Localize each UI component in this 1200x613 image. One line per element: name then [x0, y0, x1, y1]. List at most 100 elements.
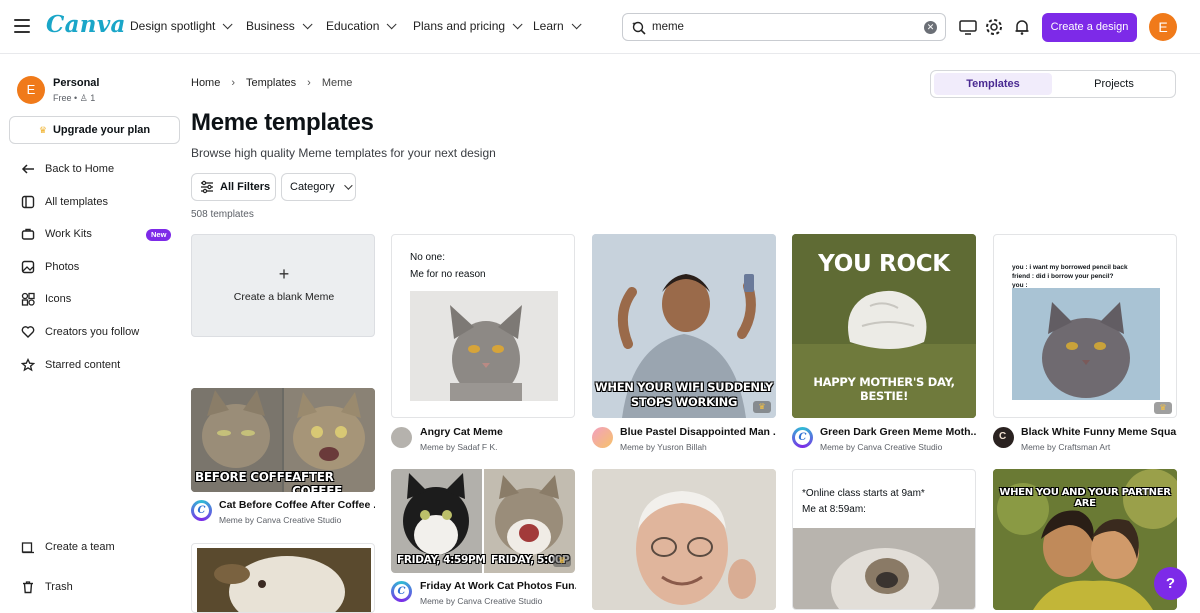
template-title[interactable]: Angry Cat Meme — [420, 426, 576, 438]
breadcrumb-home[interactable]: Home — [191, 77, 220, 89]
shapes-icon — [20, 291, 36, 307]
template-card-animal[interactable] — [191, 543, 375, 613]
nav-business[interactable]: Business — [246, 18, 313, 33]
search-value: meme — [652, 21, 684, 33]
template-title[interactable]: Green Dark Green Meme Moth... — [820, 426, 976, 438]
clear-search-icon[interactable]: ✕ — [924, 21, 937, 34]
breadcrumb-meme: Meme — [321, 77, 353, 89]
help-button[interactable]: ? — [1154, 567, 1187, 600]
sidebar-item-starred[interactable]: Starred content — [20, 355, 120, 375]
search-icon — [632, 21, 646, 35]
sidebar-item-trash[interactable]: Trash — [20, 577, 73, 597]
chevron-down-icon — [223, 18, 233, 29]
monitor-icon[interactable] — [957, 16, 979, 38]
premium-crown-icon: ♛ — [753, 401, 771, 413]
briefcase-icon — [20, 226, 36, 242]
chevron-right-icon: › — [231, 77, 236, 89]
sidebar-item-create-team[interactable]: Create a team — [20, 537, 115, 557]
template-author[interactable]: Meme by Craftsman Art — [1021, 442, 1110, 452]
template-title[interactable]: Cat Before Coffee After Coffee ... — [219, 499, 375, 511]
template-card-wifi-man[interactable]: WHEN YOUR WIFI SUDDENLY STOPS WORKING ♛ — [592, 234, 776, 418]
nav-plans-pricing[interactable]: Plans and pricing — [413, 18, 523, 33]
template-author[interactable]: Meme by Canva Creative Studio — [820, 442, 942, 452]
sidebar-item-icons[interactable]: Icons — [20, 289, 71, 309]
canva-logo[interactable]: Canva — [46, 11, 126, 38]
template-title[interactable]: Black White Funny Meme Squa... — [1021, 426, 1177, 438]
account-avatar[interactable]: E — [1149, 13, 1177, 41]
tab-templates[interactable]: Templates — [934, 73, 1052, 95]
template-author[interactable]: Meme by Sadaf F K. — [420, 442, 497, 452]
pug-in-blanket-image — [793, 528, 975, 609]
angry-cat-image — [410, 291, 558, 401]
templates-icon — [20, 194, 36, 210]
template-author[interactable]: Meme by Yusron Billah — [620, 442, 707, 452]
account-name[interactable]: Personal — [53, 77, 99, 89]
arrow-left-icon — [20, 161, 36, 177]
template-author[interactable]: Meme by Canva Creative Studio — [420, 596, 542, 606]
sidebar: E Personal Free • ♙ 1 ♛ Upgrade your plan… — [0, 55, 182, 610]
view-switcher: Templates Projects — [930, 70, 1176, 98]
new-badge: New — [146, 229, 172, 241]
template-card-pencil-cat[interactable]: you : i want my borrowed pencil back fri… — [993, 234, 1177, 418]
tab-projects[interactable]: Projects — [1055, 73, 1173, 95]
creator-avatar[interactable] — [391, 427, 412, 448]
nav-education[interactable]: Education — [326, 18, 397, 33]
template-card-partner[interactable]: WHEN YOU AND YOUR PARTNER ARE — [993, 469, 1177, 610]
creator-avatar[interactable] — [191, 500, 212, 521]
page-subtitle: Browse high quality Meme templates for y… — [191, 146, 496, 160]
template-title[interactable]: Blue Pastel Disappointed Man ... — [620, 426, 776, 438]
sidebar-item-all-templates[interactable]: All templates — [20, 192, 108, 212]
chevron-down-icon — [512, 18, 523, 29]
team-avatar[interactable]: E — [17, 76, 45, 104]
menu-icon[interactable] — [14, 19, 30, 33]
template-author[interactable]: Meme by Canva Creative Studio — [219, 515, 341, 525]
premium-crown-icon: ♛ — [1154, 402, 1172, 414]
gear-icon[interactable] — [983, 16, 1005, 38]
chevron-down-icon — [343, 181, 353, 190]
animal-photo-image — [197, 548, 371, 612]
team-icon — [20, 539, 36, 555]
heart-icon — [20, 324, 36, 340]
star-icon — [20, 357, 36, 373]
template-card-old-man[interactable] — [592, 469, 776, 610]
all-filters-button[interactable]: All Filters — [191, 173, 276, 201]
top-bar: Canva Design spotlight Business Educatio… — [0, 0, 1200, 54]
sidebar-item-creators[interactable]: Creators you follow — [20, 322, 139, 342]
search-input[interactable]: meme ✕ — [622, 13, 946, 41]
create-design-button[interactable]: Create a design — [1042, 13, 1137, 42]
breadcrumb-templates[interactable]: Templates — [246, 77, 296, 89]
template-card-angry-cat[interactable]: No one: Me for no reason — [391, 234, 575, 418]
creator-avatar[interactable]: C — [993, 427, 1014, 448]
account-plan: Free • ♙ 1 — [53, 93, 96, 103]
chevron-down-icon — [302, 18, 313, 29]
template-card-friday-cat[interactable]: FRIDAY, 4:59PM FRIDAY, 5:00P ♛ — [391, 469, 575, 573]
template-title[interactable]: Friday At Work Cat Photos Fun... — [420, 580, 576, 592]
template-card-you-rock[interactable]: YOU ROCK HAPPY MOTHER'S DAY, BESTIE! — [792, 234, 976, 418]
upgrade-plan-button[interactable]: ♛ Upgrade your plan — [9, 116, 180, 144]
bell-icon[interactable] — [1011, 16, 1033, 38]
breadcrumb: Home › Templates › Meme — [191, 77, 352, 89]
photo-icon — [20, 259, 36, 275]
category-dropdown[interactable]: Category — [281, 173, 356, 201]
sidebar-item-back-home[interactable]: Back to Home — [20, 159, 114, 179]
page-title: Meme templates — [191, 109, 374, 136]
filter-icon — [201, 180, 213, 194]
trash-icon — [20, 579, 36, 595]
sidebar-item-photos[interactable]: Photos — [20, 257, 79, 277]
creator-avatar[interactable] — [792, 427, 813, 448]
crown-icon: ♛ — [38, 125, 47, 135]
chevron-down-icon — [571, 18, 582, 29]
nav-design-spotlight[interactable]: Design spotlight — [130, 18, 233, 33]
template-card-online-class[interactable]: *Online class starts at 9am* Me at 8:59a… — [792, 469, 976, 610]
template-card-cat-coffee[interactable]: BEFORE COFFEE AFTER COFFEE — [191, 388, 375, 492]
sidebar-item-work-kits[interactable]: Work Kits — [20, 224, 92, 244]
smiling-old-man-image — [592, 469, 776, 610]
creator-avatar[interactable] — [592, 427, 613, 448]
nav-learn[interactable]: Learn — [533, 18, 582, 33]
chevron-right-icon: › — [307, 77, 311, 89]
person-icon: ♙ — [79, 93, 88, 103]
create-blank-card[interactable]: + Create a blank Meme — [191, 234, 375, 337]
template-count: 508 templates — [191, 209, 254, 220]
grumpy-cat-image — [1012, 288, 1160, 400]
creator-avatar[interactable] — [391, 581, 412, 602]
